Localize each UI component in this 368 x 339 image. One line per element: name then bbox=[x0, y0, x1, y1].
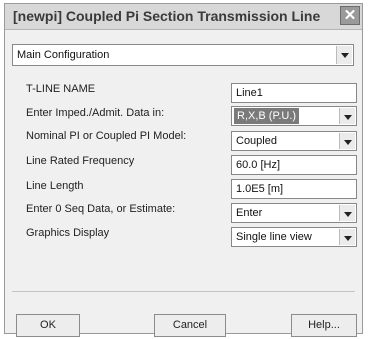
imped-admit-data-select[interactable]: R,X,B (P.U.) bbox=[231, 106, 357, 126]
rated-frequency-label: Line Rated Frequency bbox=[26, 155, 135, 167]
help-button[interactable]: Help... bbox=[291, 314, 357, 337]
configuration-select-value: Main Configuration bbox=[17, 49, 110, 61]
chevron-down-icon[interactable] bbox=[339, 229, 355, 245]
rated-frequency-input[interactable]: 60.0 [Hz] bbox=[231, 155, 357, 175]
chevron-down-icon[interactable] bbox=[336, 46, 352, 64]
close-icon: ✕ bbox=[343, 7, 357, 24]
chevron-down-icon[interactable] bbox=[339, 108, 355, 124]
pi-model-label: Nominal PI or Coupled PI Model: bbox=[26, 130, 187, 142]
configuration-select[interactable]: Main Configuration bbox=[12, 44, 354, 66]
close-button[interactable]: ✕ bbox=[340, 6, 360, 25]
tline-name-input[interactable]: Line1 bbox=[231, 83, 357, 103]
graphics-display-value: Single line view bbox=[236, 231, 312, 243]
title-bar[interactable]: [newpi] Coupled Pi Section Transmission … bbox=[5, 4, 362, 30]
divider bbox=[12, 291, 355, 292]
dialog-window: [newpi] Coupled Pi Section Transmission … bbox=[4, 3, 363, 337]
rated-frequency-value: 60.0 [Hz] bbox=[236, 159, 281, 171]
imped-admit-data-label: Enter Imped./Admit. Data in: bbox=[26, 107, 165, 119]
zero-seq-data-label: Enter 0 Seq Data, or Estimate: bbox=[26, 203, 176, 215]
line-length-label: Line Length bbox=[26, 180, 84, 192]
tline-name-value: Line1 bbox=[236, 87, 263, 99]
chevron-down-icon[interactable] bbox=[339, 205, 355, 221]
line-length-input[interactable]: 1.0E5 [m] bbox=[231, 179, 357, 199]
ok-button[interactable]: OK bbox=[16, 314, 80, 337]
cancel-button[interactable]: Cancel bbox=[154, 314, 226, 337]
zero-seq-data-select[interactable]: Enter bbox=[231, 203, 357, 223]
line-length-value: 1.0E5 [m] bbox=[236, 183, 284, 195]
tline-name-label: T-LINE NAME bbox=[26, 83, 96, 95]
graphics-display-label: Graphics Display bbox=[26, 227, 110, 239]
graphics-display-select[interactable]: Single line view bbox=[231, 227, 357, 247]
zero-seq-data-value: Enter bbox=[236, 207, 263, 219]
imped-admit-data-value: R,X,B (P.U.) bbox=[234, 108, 300, 124]
pi-model-value: Coupled bbox=[236, 135, 277, 147]
window-title: [newpi] Coupled Pi Section Transmission … bbox=[13, 8, 321, 24]
chevron-down-icon[interactable] bbox=[339, 133, 355, 149]
pi-model-select[interactable]: Coupled bbox=[231, 131, 357, 151]
